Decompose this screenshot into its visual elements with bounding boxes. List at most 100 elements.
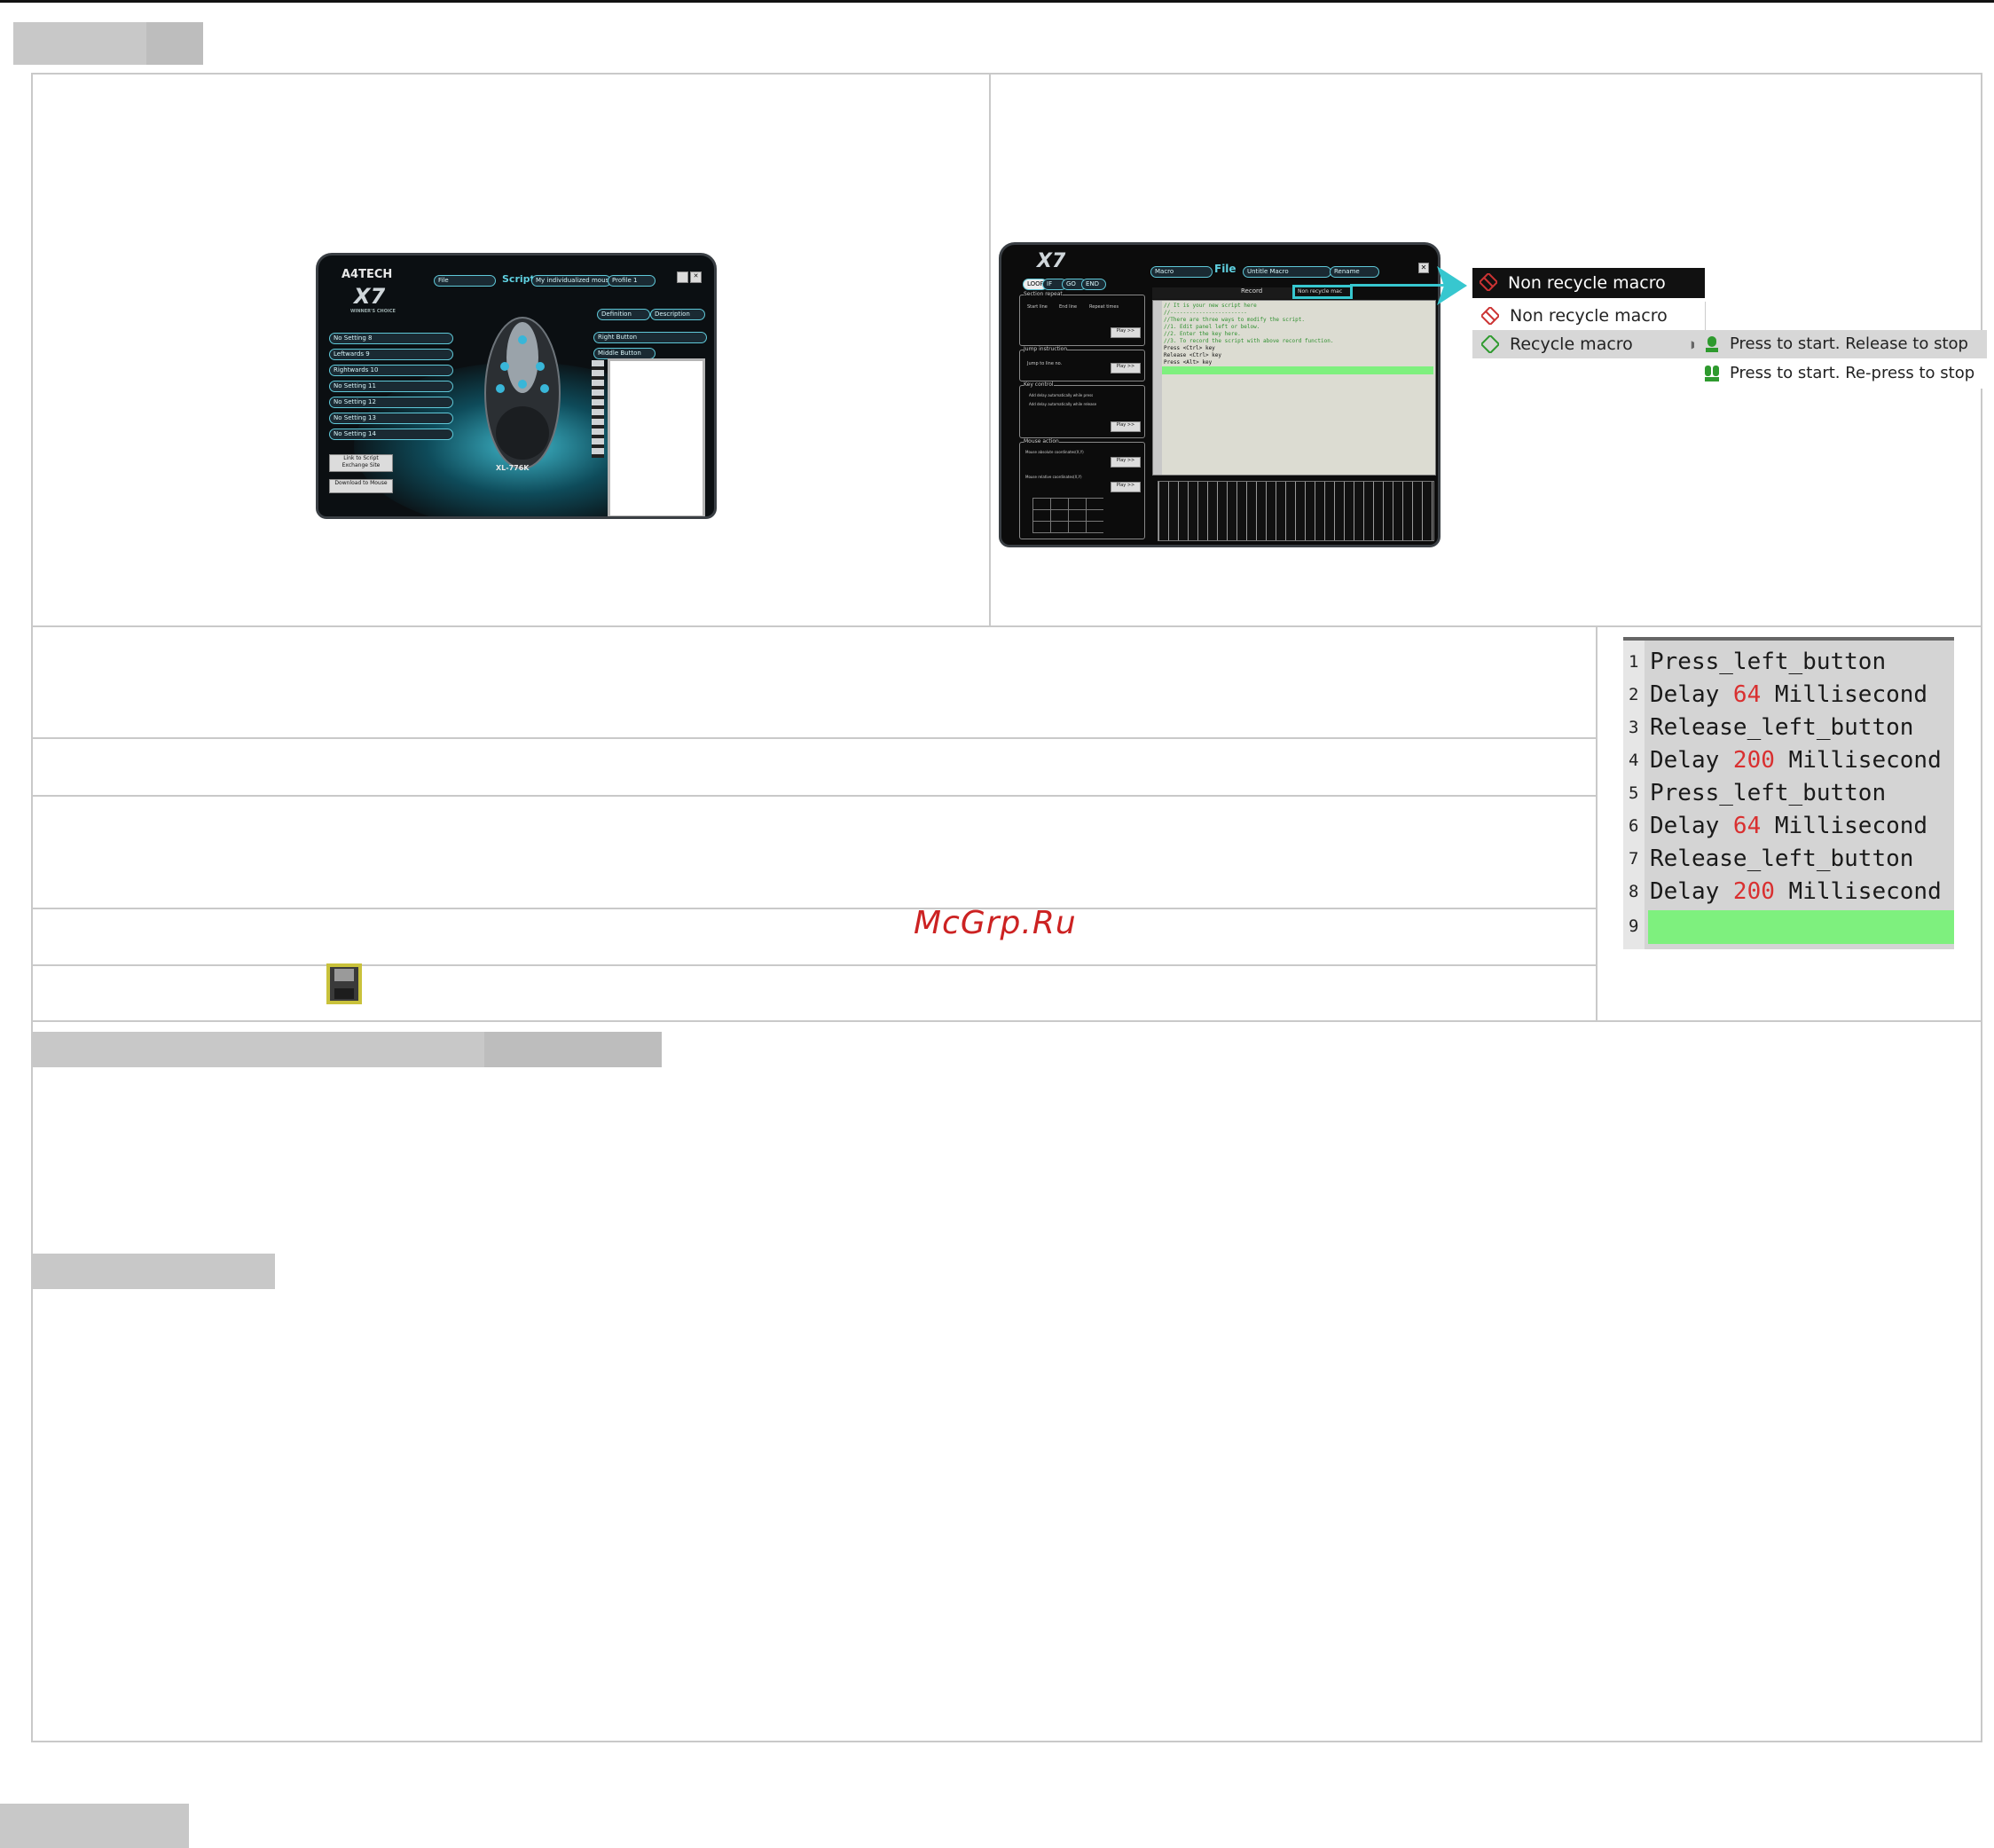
- button-row-11[interactable]: No Setting 11: [329, 381, 453, 392]
- mouse-button-grid[interactable]: [1032, 498, 1103, 533]
- end-line-label: End line: [1059, 304, 1078, 310]
- section-heading-bar: [13, 22, 203, 65]
- x7-logo-macro: X7: [1037, 250, 1066, 272]
- submenu-press-release-label: Press to start. Release to stop: [1730, 334, 1968, 353]
- play-abs-button[interactable]: Play >>: [1111, 457, 1141, 468]
- function-list-popup[interactable]: [608, 358, 705, 516]
- virtual-keyboard[interactable]: [1158, 481, 1434, 541]
- script-name-field[interactable]: Untitle Macro: [1243, 266, 1331, 278]
- mouse-settings-window: A4TECH X7 WINNER'S CHOICE File Script My…: [316, 253, 717, 519]
- record-label[interactable]: Record: [1241, 287, 1262, 295]
- right-button-select[interactable]: Right Button: [593, 332, 707, 343]
- editor-line-9: Press <Alt> key: [1164, 359, 1213, 366]
- play-jump-button[interactable]: Play >>: [1111, 363, 1141, 374]
- function-icon-column: [592, 360, 604, 458]
- editor-line-7: Press <Ctrl> key: [1164, 345, 1215, 351]
- button-row-10[interactable]: Rightwards 10: [329, 365, 453, 376]
- x7-logo: X7: [354, 284, 386, 309]
- download-to-mouse-button[interactable]: Download to Mouse: [329, 479, 393, 493]
- macro-type-dropdown-header[interactable]: Non recycle macro: [1472, 268, 1705, 298]
- top-rule: [0, 0, 1994, 3]
- non-recycle-macro-icon: [1480, 273, 1497, 291]
- frame-divider-1: [31, 625, 1982, 627]
- macro-type-menu: Non recycle macro Recycle macro ▶: [1472, 302, 1706, 383]
- frame-divider-vertical: [989, 73, 991, 626]
- menu-item-non-recycle[interactable]: Non recycle macro: [1472, 302, 1705, 330]
- submenu-press-release[interactable]: Press to start. Release to stop: [1694, 330, 1987, 358]
- button-row-14[interactable]: No Setting 14: [329, 429, 453, 440]
- repeat-times-label: Repeat times: [1089, 304, 1119, 310]
- button-row-9[interactable]: Leftwards 9: [329, 349, 453, 360]
- mouse-abs-label: Mouse absolute coordinates(X,Y): [1025, 450, 1084, 454]
- start-line-label: Start line: [1027, 304, 1048, 310]
- frame-divider-4: [31, 908, 1597, 909]
- menu-item-recycle[interactable]: Recycle macro ▶: [1472, 330, 1705, 358]
- frame-divider-2: [31, 737, 1597, 739]
- editor-line-6: //3. To record the script with above rec…: [1164, 338, 1334, 344]
- mouse-rel-label: Mouse relative coordinates(X,Y): [1025, 475, 1082, 479]
- submenu-press-repress[interactable]: Press to start. Re-press to stop: [1694, 359, 1987, 388]
- watermark: McGrp.Ru: [914, 905, 1077, 941]
- nonrecycle-combo[interactable]: Non recycle mac: [1292, 285, 1353, 299]
- section-repeat-panel: Section repeat Start line End line Repea…: [1019, 291, 1145, 346]
- callout-arrowhead: [1437, 266, 1467, 305]
- play-section-button[interactable]: Play >>: [1111, 327, 1141, 338]
- subsection-bar-1: [32, 1032, 662, 1067]
- frame-divider-right-col: [1596, 625, 1598, 1021]
- link-script-site-button[interactable]: Link to Script Exchange Site: [329, 454, 393, 472]
- editor-current-line: [1162, 366, 1433, 374]
- submenu-press-repress-label: Press to start. Re-press to stop: [1730, 364, 1975, 382]
- mouse-action-title: Mouse action: [1024, 438, 1059, 444]
- menu-item-recycle-label: Recycle macro: [1510, 334, 1633, 354]
- tab-description[interactable]: Description: [650, 309, 705, 320]
- script-editor[interactable]: // It is your new script here //--------…: [1152, 300, 1436, 476]
- mouse-action-panel: Mouse action Mouse absolute coordinates(…: [1019, 438, 1145, 539]
- play-key-button[interactable]: Play >>: [1111, 421, 1141, 432]
- macro-code-listing: 1 Press_left_button 2 Delay 64 Millisecond…: [1623, 637, 1954, 949]
- save-disk-icon: [326, 963, 362, 1004]
- file-menu[interactable]: File: [434, 275, 496, 287]
- button-row-8[interactable]: No Setting 8: [329, 333, 453, 344]
- tab-definition[interactable]: Definition: [597, 309, 650, 320]
- recycle-macro-icon: [1481, 335, 1499, 353]
- button-row-13[interactable]: No Setting 13: [329, 413, 453, 424]
- subsection-bar-2: [32, 1254, 275, 1289]
- mouse-model-name: XL-776K: [496, 464, 530, 472]
- editor-line-2: //------------------------: [1164, 310, 1247, 316]
- code-current-line-highlight: [1648, 910, 1954, 944]
- tab-end[interactable]: END: [1081, 279, 1106, 290]
- tagline: WINNER'S CHOICE: [350, 309, 396, 314]
- editor-line-1: // It is your new script here: [1164, 303, 1257, 309]
- editor-line-8: Release <Ctrl> key: [1164, 352, 1222, 358]
- editor-line-3: //There are three ways to modify the scr…: [1164, 317, 1305, 323]
- auto-press-checkbox[interactable]: Add delay automatically while press: [1029, 393, 1093, 397]
- frame-divider-3: [31, 795, 1597, 797]
- press-repress-icon: [1705, 366, 1719, 381]
- editor-line-5: //2. Enter the key here.: [1164, 331, 1241, 337]
- button-row-12[interactable]: No Setting 12: [329, 397, 453, 408]
- dropdown-header-label: Non recycle macro: [1508, 273, 1666, 293]
- minimize-button[interactable]: [677, 271, 688, 283]
- bottom-heading-bar: [0, 1804, 189, 1848]
- profile-slot-select[interactable]: Profile 1: [608, 275, 656, 287]
- jump-title: Jump instruction: [1024, 346, 1068, 352]
- rename-button[interactable]: Rename: [1330, 266, 1379, 278]
- macro-menu[interactable]: Macro: [1150, 266, 1213, 278]
- key-control-panel: Key control Add delay automatically whil…: [1019, 381, 1145, 438]
- file-label: File: [1214, 263, 1236, 275]
- close-button[interactable]: ✕: [690, 271, 702, 283]
- frame-divider-5: [31, 964, 1597, 966]
- menu-item-non-recycle-label: Non recycle macro: [1510, 306, 1668, 326]
- mouse-image: [484, 317, 561, 469]
- auto-release-checkbox[interactable]: Add delay automatically while release: [1029, 402, 1096, 406]
- play-rel-button[interactable]: Play >>: [1111, 482, 1141, 492]
- recycle-submenu: Press to start. Release to stop Press to…: [1694, 330, 1987, 389]
- brand-logo: A4TECH: [341, 268, 393, 281]
- profile-name-field[interactable]: My individualized mouse: [531, 275, 611, 287]
- script-label: Script: [502, 273, 535, 285]
- close-macro-button[interactable]: ✕: [1418, 263, 1429, 273]
- non-recycle-macro-icon: [1481, 307, 1499, 325]
- editor-line-4: //1. Edit panel left or below.: [1164, 324, 1260, 330]
- section-repeat-title: Section repeat: [1024, 291, 1063, 297]
- jump-panel: Jump instruction Jump to line no. Play >…: [1019, 346, 1145, 381]
